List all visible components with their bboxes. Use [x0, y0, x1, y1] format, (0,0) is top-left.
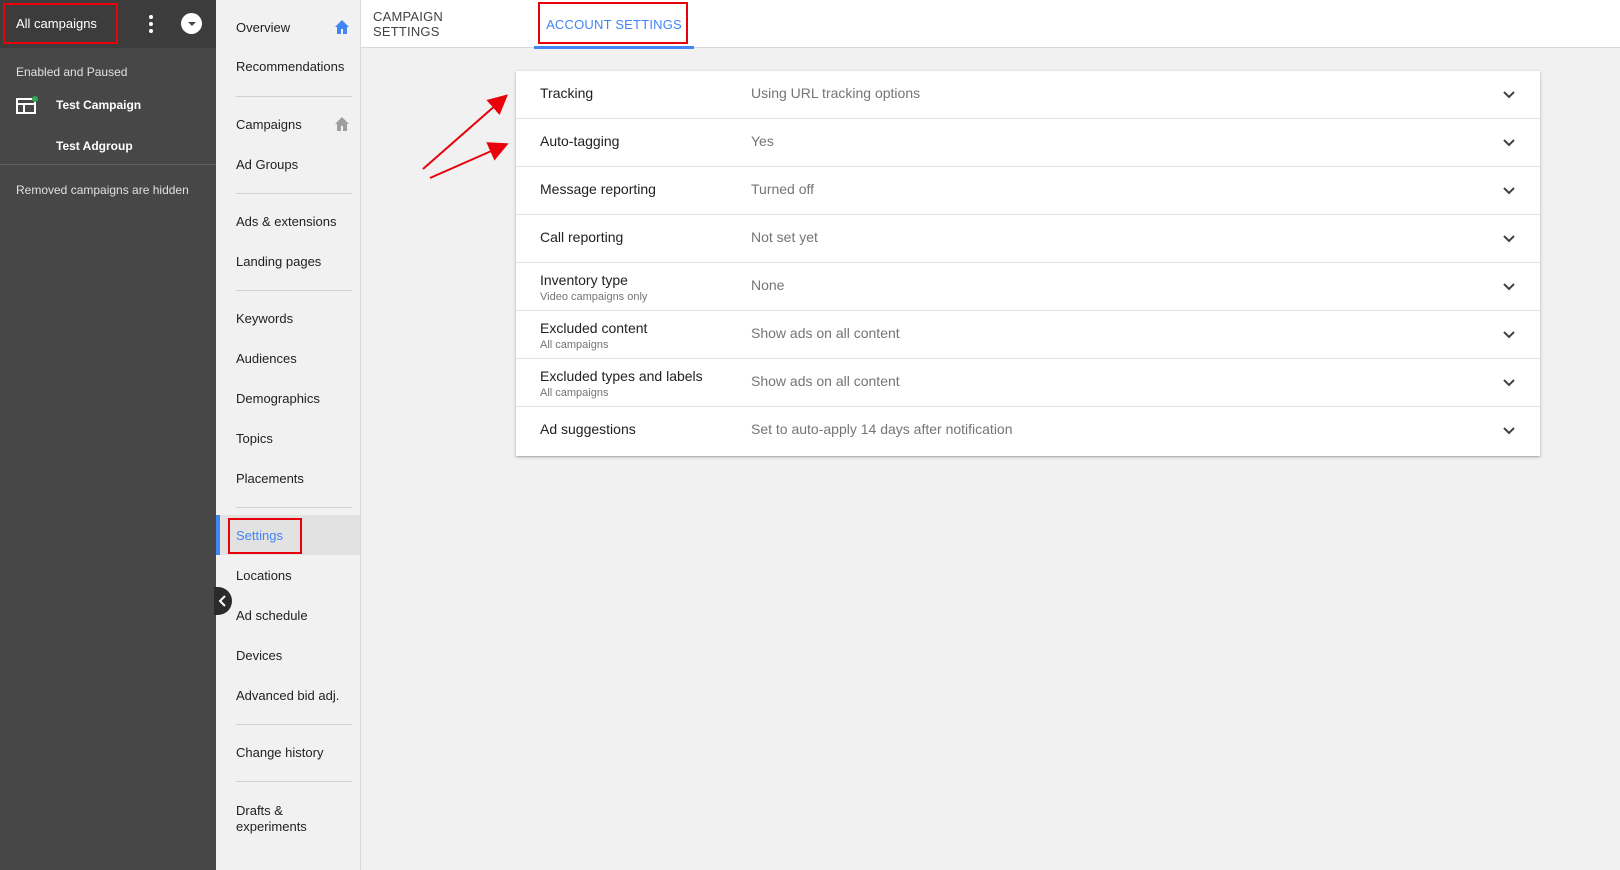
setting-name: Excluded types and labels — [540, 368, 703, 384]
chevron-down-icon[interactable] — [1502, 232, 1516, 246]
setting-name: Auto-tagging — [540, 133, 620, 149]
setting-value: Not set yet — [751, 229, 818, 245]
setting-row-ad-suggestions[interactable]: Ad suggestions Set to auto-apply 14 days… — [516, 407, 1540, 455]
active-tab-underline — [534, 46, 694, 49]
nav-item-label: Advanced bid adj. — [236, 687, 340, 703]
nav-item-advanced-bid-adj[interactable]: Advanced bid adj. — [216, 675, 360, 715]
nav-divider — [236, 290, 352, 291]
nav-item-demographics[interactable]: Demographics — [216, 378, 360, 418]
setting-value: Set to auto-apply 14 days after notifica… — [751, 421, 1013, 437]
nav-item-locations[interactable]: Locations — [216, 555, 360, 595]
setting-name: Excluded content — [540, 320, 648, 336]
setting-name: Call reporting — [540, 229, 624, 245]
more-options-icon[interactable] — [145, 13, 157, 35]
active-indicator — [216, 515, 220, 555]
nav-item-topics[interactable]: Topics — [216, 418, 360, 458]
tree-item-campaign[interactable]: Test Campaign — [16, 96, 141, 114]
nav-item-label: Locations — [236, 567, 292, 583]
tree-divider — [0, 164, 216, 165]
nav-item-label: Devices — [236, 647, 283, 663]
removed-campaigns-note: Removed campaigns are hidden — [16, 183, 189, 197]
nav-item-campaigns[interactable]: Campaigns — [216, 104, 360, 144]
chevron-down-icon[interactable] — [1502, 184, 1516, 198]
nav-item-label: Campaigns — [236, 116, 302, 132]
nav-item-label: Overview — [236, 19, 291, 35]
chevron-down-icon[interactable] — [1502, 88, 1516, 102]
nav-item-audiences[interactable]: Audiences — [216, 338, 360, 378]
nav-item-change-history[interactable]: Change history — [216, 732, 360, 772]
nav-divider — [236, 193, 352, 194]
nav-item-label: Recommendations — [236, 58, 345, 74]
home-icon — [335, 20, 349, 34]
setting-row-inventory-type[interactable]: Inventory type Video campaigns only None — [516, 263, 1540, 311]
chevron-down-icon[interactable] — [1502, 376, 1516, 390]
setting-name: Ad suggestions — [540, 421, 636, 437]
nav-divider — [236, 781, 352, 782]
nav-item-overview[interactable]: Overview — [216, 7, 360, 47]
nav-item-label: Topics — [236, 430, 273, 446]
campaign-icon — [16, 96, 38, 114]
setting-name: Inventory type — [540, 272, 628, 288]
main-content: CAMPAIGN SETTINGS ACCOUNT SETTINGS Track… — [361, 0, 1620, 870]
setting-subtitle: All campaigns — [540, 387, 609, 399]
account-settings-card: Tracking Using URL tracking options Auto… — [516, 71, 1540, 456]
setting-subtitle: Video campaigns only — [540, 291, 648, 303]
nav-item-label: Keywords — [236, 310, 294, 326]
account-tab-highlight-box — [538, 2, 688, 44]
tab-campaign-settings[interactable]: CAMPAIGN SETTINGS — [373, 0, 503, 48]
settings-highlight-box — [228, 518, 302, 554]
nav-divider — [236, 507, 352, 508]
nav-item-label: Change history — [236, 744, 324, 760]
setting-value: None — [751, 277, 785, 293]
setting-value: Turned off — [751, 181, 815, 197]
setting-value: Using URL tracking options — [751, 85, 921, 101]
nav-item-keywords[interactable]: Keywords — [216, 298, 360, 338]
nav-item-ads-extensions[interactable]: Ads & extensions — [216, 201, 360, 241]
nav-item-placements[interactable]: Placements — [216, 458, 360, 498]
nav-item-drafts-experiments[interactable]: Drafts & experiments — [216, 797, 360, 841]
setting-row-call-reporting[interactable]: Call reporting Not set yet — [516, 215, 1540, 263]
tree-campaign-label: Test Campaign — [56, 98, 142, 112]
campaign-tree-panel: All campaigns Enabled and Paused Test Ca… — [0, 0, 216, 870]
nav-item-label: Placements — [236, 470, 304, 486]
setting-value: Show ads on all content — [751, 373, 900, 389]
setting-row-excluded-content[interactable]: Excluded content All campaigns Show ads … — [516, 311, 1540, 359]
nav-item-label: Landing pages — [236, 253, 322, 269]
chevron-down-icon[interactable] — [1502, 328, 1516, 342]
nav-item-label: Ads & extensions — [236, 213, 337, 229]
nav-item-label: Ad Groups — [236, 156, 299, 172]
nav-item-recommendations[interactable]: Recommendations — [216, 46, 360, 86]
tree-header: All campaigns — [0, 0, 216, 48]
setting-row-message-reporting[interactable]: Message reporting Turned off — [516, 167, 1540, 215]
setting-name: Message reporting — [540, 181, 656, 197]
setting-row-auto-tagging[interactable]: Auto-tagging Yes — [516, 119, 1540, 167]
setting-subtitle: All campaigns — [540, 339, 609, 351]
setting-value: Yes — [751, 133, 774, 149]
settings-tabs: CAMPAIGN SETTINGS ACCOUNT SETTINGS — [361, 0, 1620, 49]
setting-name: Tracking — [540, 85, 594, 101]
chevron-down-icon[interactable] — [1502, 424, 1516, 438]
nav-divider — [236, 96, 352, 97]
chevron-down-icon[interactable] — [1502, 136, 1516, 150]
nav-item-landing-pages[interactable]: Landing pages — [216, 241, 360, 281]
tree-item-adgroup[interactable]: Test Adgroup — [56, 139, 133, 153]
nav-item-label: Ad schedule — [236, 607, 308, 623]
nav-item-label: Demographics — [236, 390, 320, 406]
nav-item-ad-groups[interactable]: Ad Groups — [216, 144, 360, 184]
all-campaigns-button[interactable]: All campaigns — [3, 3, 118, 44]
nav-item-label: Audiences — [236, 350, 297, 366]
nav-divider — [236, 724, 352, 725]
setting-row-tracking[interactable]: Tracking Using URL tracking options — [516, 71, 1540, 119]
nav-item-devices[interactable]: Devices — [216, 635, 360, 675]
nav-item-label: Drafts & experiments — [236, 803, 307, 834]
page-menu: Overview Recommendations Campaigns Ad Gr… — [216, 0, 361, 870]
setting-row-excluded-types[interactable]: Excluded types and labels All campaigns … — [516, 359, 1540, 407]
dropdown-icon[interactable] — [181, 13, 202, 34]
chevron-down-icon[interactable] — [1502, 280, 1516, 294]
setting-value: Show ads on all content — [751, 325, 900, 341]
chevron-left-icon — [218, 595, 226, 607]
nav-item-ad-schedule[interactable]: Ad schedule — [216, 595, 360, 635]
home-icon — [335, 117, 349, 131]
tree-filter-status[interactable]: Enabled and Paused — [16, 65, 127, 79]
